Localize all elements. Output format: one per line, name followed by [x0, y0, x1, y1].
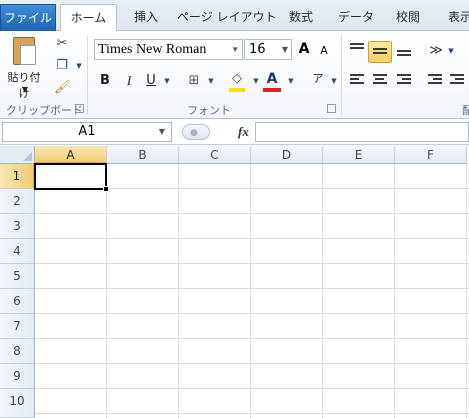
alignment-group-label: 配 — [462, 104, 469, 117]
column-header-c[interactable]: C — [179, 146, 251, 164]
chevron-down-icon[interactable]: ▼ — [248, 73, 264, 89]
border-icon[interactable]: ⊞ — [186, 73, 202, 89]
select-all-button[interactable] — [0, 146, 35, 164]
font-color-swatch — [263, 88, 281, 92]
increase-indent-icon[interactable] — [450, 74, 464, 86]
active-cell-a1[interactable] — [34, 163, 107, 190]
orientation-icon[interactable]: ≫ — [428, 43, 444, 59]
format-painter-icon[interactable]: 🖌 — [54, 80, 71, 96]
column-header-e[interactable]: E — [323, 146, 395, 164]
bold-button[interactable]: B — [96, 71, 114, 91]
align-top-icon[interactable] — [350, 43, 364, 51]
font-size-select[interactable]: 16 ▼ — [244, 39, 292, 60]
row-header-9[interactable]: 9 — [0, 364, 35, 389]
fill-color-icon[interactable]: ◇ — [229, 71, 245, 87]
shrink-font-button[interactable]: A — [316, 43, 332, 59]
align-middle-icon — [373, 48, 387, 56]
insert-function-button[interactable]: fx — [238, 124, 249, 140]
tab-formulas[interactable]: 数式 — [285, 4, 317, 31]
font-group-label: フォント — [187, 104, 231, 117]
chevron-down-icon[interactable]: ▼ — [326, 73, 342, 89]
row-header-7[interactable]: 7 — [0, 314, 35, 339]
align-center-icon[interactable] — [373, 74, 387, 86]
clipboard-launcher-icon[interactable] — [75, 104, 84, 113]
column-header-b[interactable]: B — [107, 146, 179, 164]
tab-data[interactable]: データ — [336, 4, 376, 31]
tab-home[interactable]: ホーム — [60, 4, 117, 32]
tab-insert[interactable]: 挿入 — [131, 4, 161, 31]
row-header-3[interactable]: 3 — [0, 214, 35, 239]
font-color-icon: A — [266, 71, 278, 87]
phonetic-guide-icon[interactable]: ア — [310, 71, 326, 87]
row-header-1[interactable]: 1 — [0, 164, 35, 189]
row-header-2[interactable]: 2 — [0, 189, 35, 214]
row-header-10[interactable]: 10 — [0, 389, 35, 418]
group-divider — [341, 35, 342, 115]
font-size-value: 16 — [249, 42, 266, 57]
group-divider — [87, 35, 88, 115]
copy-icon[interactable]: ❐ — [54, 58, 70, 74]
name-box[interactable]: A1 ▼ — [2, 122, 172, 142]
fill-handle[interactable] — [103, 186, 109, 192]
chevron-down-icon[interactable]: ▼ — [203, 73, 219, 89]
chevron-down-icon[interactable]: ▼ — [283, 73, 299, 89]
ribbon-tab-bar: ファイル ホーム 挿入 ページ レイアウト 数式 データ 校閲 表示 — [0, 0, 469, 32]
ribbon: 貼り付け ▼ ✂ ❐ ▼ 🖌 クリップボード Times New Roman ▼… — [0, 31, 469, 119]
tab-review[interactable]: 校閲 — [393, 4, 423, 31]
font-name-select[interactable]: Times New Roman ▼ — [94, 39, 243, 60]
name-box-value: A1 — [78, 124, 96, 139]
select-all-icon — [23, 152, 32, 161]
formula-controls: ● fx — [180, 122, 250, 142]
column-header-a[interactable]: A — [35, 146, 107, 164]
worksheet-grid: A B C D E F 1 2 3 4 5 6 7 8 9 10 — [0, 146, 469, 418]
underline-button[interactable]: U — [143, 71, 159, 91]
italic-button[interactable]: I — [120, 71, 138, 91]
font-launcher-icon[interactable] — [327, 104, 336, 113]
column-header-f[interactable]: F — [395, 146, 467, 164]
tab-page-layout[interactable]: ページ レイアウト — [177, 4, 277, 31]
row-header-6[interactable]: 6 — [0, 289, 35, 314]
align-right-icon[interactable] — [397, 74, 411, 86]
formula-input[interactable] — [255, 122, 469, 142]
decrease-indent-icon[interactable] — [428, 74, 442, 86]
chevron-down-icon[interactable]: ▼ — [159, 123, 165, 141]
font-name-value: Times New Roman — [98, 42, 207, 57]
fill-color-swatch — [229, 88, 245, 92]
cut-icon[interactable]: ✂ — [54, 36, 70, 52]
chevron-down-icon[interactable]: ▼ — [159, 73, 175, 89]
chevron-down-icon[interactable]: ▼ — [443, 43, 459, 59]
align-bottom-icon[interactable] — [397, 50, 411, 58]
formula-cancel-enter-area: ● — [182, 124, 210, 140]
paper-icon — [20, 45, 36, 65]
tab-view[interactable]: 表示 — [445, 4, 469, 31]
grow-font-icon: A — [298, 41, 310, 57]
chevron-down-icon: ▼ — [231, 45, 239, 54]
row-header-4[interactable]: 4 — [0, 239, 35, 264]
tab-file[interactable]: ファイル — [0, 4, 56, 31]
copy-dropdown-icon[interactable]: ▼ — [71, 58, 87, 74]
chevron-down-icon[interactable]: ▼ — [20, 85, 30, 94]
shrink-font-icon: A — [320, 44, 328, 57]
row-header-5[interactable]: 5 — [0, 264, 35, 289]
grow-font-button[interactable]: A — [296, 41, 312, 57]
font-color-button[interactable]: A — [264, 71, 280, 87]
align-left-icon[interactable] — [350, 74, 364, 86]
clipboard-group-label: クリップボード — [6, 104, 83, 117]
grip-icon: ● — [190, 128, 198, 138]
paste-button[interactable]: 貼り付け ▼ — [4, 35, 44, 100]
chevron-down-icon: ▼ — [281, 45, 288, 54]
cell-area[interactable] — [35, 164, 469, 418]
column-header-d[interactable]: D — [251, 146, 323, 164]
fx-icon: fx — [238, 124, 249, 139]
row-header-8[interactable]: 8 — [0, 339, 35, 364]
formula-bar: A1 ▼ ● fx — [0, 119, 469, 145]
